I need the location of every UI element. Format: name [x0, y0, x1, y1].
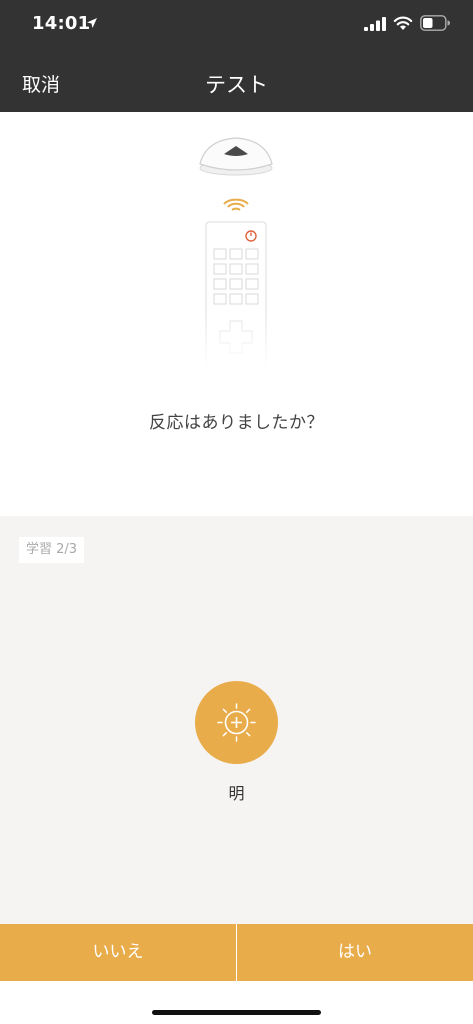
battery-icon [420, 15, 450, 31]
status-bar: 14:01 [0, 0, 473, 50]
home-indicator[interactable] [152, 1010, 321, 1015]
learning-panel: 学習 2/3 明 [0, 516, 473, 924]
home-indicator-area [0, 981, 473, 1024]
hub-and-remote-illustration [186, 137, 286, 369]
test-illustration-panel: 反応はありましたか？ [0, 112, 473, 516]
cellular-signal-icon [364, 17, 386, 31]
brightness-up-label: 明 [228, 784, 245, 803]
learning-progress-badge: 学習 2/3 [19, 537, 85, 563]
status-time: 14:01 [32, 13, 91, 34]
page-title: テスト [205, 73, 268, 97]
yes-button[interactable]: はい [237, 924, 473, 981]
response-question: 反応はありましたか？ [149, 413, 324, 433]
app-header: 14:01 取消 テスト [0, 0, 473, 112]
location-arrow-icon [87, 18, 97, 28]
answer-bar: いいえ はい [0, 924, 473, 981]
wifi-icon [393, 16, 413, 30]
nav-bar: 取消 テスト [0, 50, 473, 112]
brightness-up-button[interactable] [195, 681, 278, 764]
no-button[interactable]: いいえ [0, 924, 236, 981]
sun-brightness-plus-icon [217, 703, 256, 742]
